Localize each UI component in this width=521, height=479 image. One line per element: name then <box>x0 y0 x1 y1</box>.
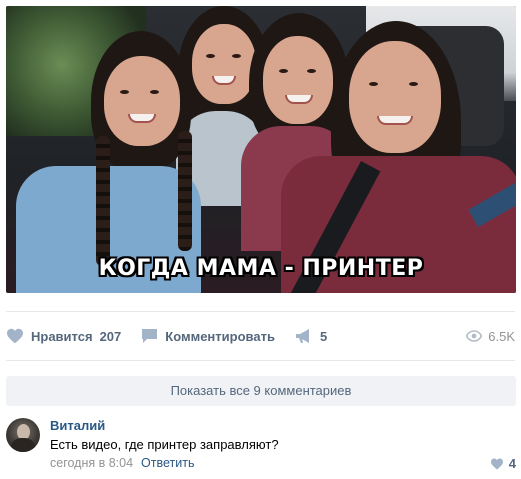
heart-icon <box>490 458 503 469</box>
person-1 <box>16 16 201 293</box>
avatar[interactable] <box>6 418 40 452</box>
like-button[interactable]: Нравится 207 <box>6 328 121 344</box>
comment-author[interactable]: Виталий <box>50 418 105 433</box>
comment-time[interactable]: сегодня в 8:04 <box>50 456 133 470</box>
show-all-comments-button[interactable]: Показать все 9 комментариев <box>6 376 516 406</box>
share-count: 5 <box>319 328 328 344</box>
divider-top <box>6 311 515 312</box>
comment-bubble-icon <box>142 329 158 343</box>
post-photo[interactable]: КОГДА МАМА - ПРИНТЕР <box>6 6 516 293</box>
person-4 <box>276 16 516 293</box>
like-label: Нравится <box>31 328 93 344</box>
comment-item: Виталий Есть видео, где принтер заправля… <box>6 418 516 472</box>
comment-text: Есть видео, где принтер заправляют? <box>50 437 279 452</box>
like-count: 207 <box>99 328 122 344</box>
comment-meta: сегодня в 8:04 Ответить <box>50 456 194 470</box>
eye-icon <box>466 330 483 342</box>
share-button[interactable]: 5 <box>295 328 327 344</box>
divider-bottom <box>6 360 515 361</box>
image-caption: КОГДА МАМА - ПРИНТЕР <box>98 256 424 281</box>
post-actions-bar: Нравится 207 Комментировать 5 6.5K <box>6 322 515 350</box>
comment-like-count: 4 <box>508 456 516 471</box>
heart-icon <box>7 328 23 344</box>
reply-button[interactable]: Ответить <box>141 456 194 470</box>
megaphone-icon <box>295 329 309 343</box>
views-count: 6.5K <box>488 328 515 344</box>
views-counter: 6.5K <box>466 329 515 344</box>
comment-label: Комментировать <box>165 328 275 344</box>
comment-button[interactable]: Комментировать <box>141 328 275 344</box>
comment-like-button[interactable]: 4 <box>490 456 516 471</box>
